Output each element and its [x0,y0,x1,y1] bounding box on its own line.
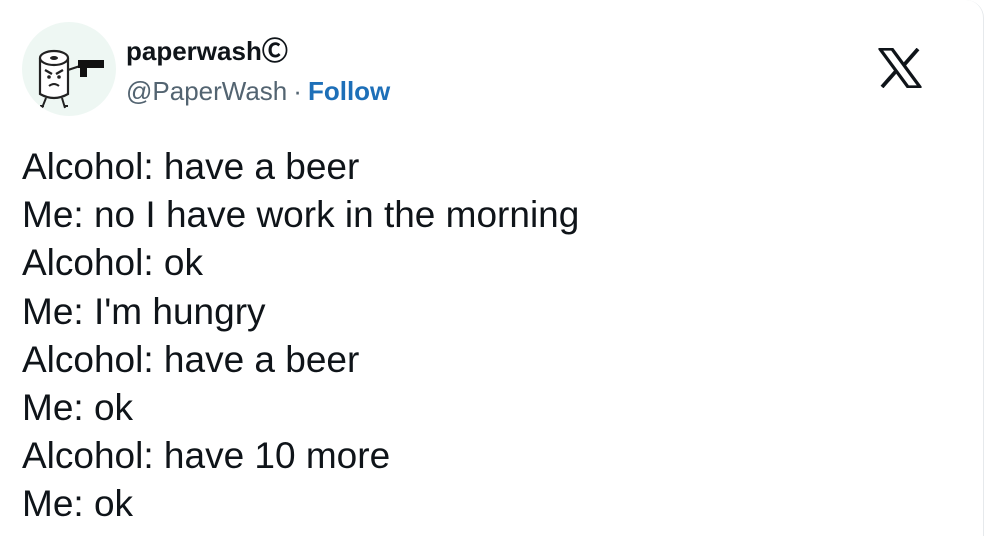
tweet-line: Alcohol: have a beer [22,338,360,380]
toilet-paper-with-gun-icon [38,49,104,109]
tweet-line: Me: ok [22,483,134,525]
tweet-line: Me: ok [22,387,134,429]
tweet-card: paperwashⒸ @PaperWash · Follow Alcohol: ha… [0,0,984,536]
tweet-line: Me: I'm hungry [22,290,266,332]
tweet-text: Alcohol: have a beer Me: no I have work … [22,143,942,529]
tweet-line: Me: no I have work in the morning [22,194,580,236]
author-meta: @PaperWash · Follow [126,74,390,108]
meta-separator: · [293,76,302,106]
author-identity: paperwashⒸ @PaperWash · Follow [126,34,390,108]
tweet-line: Alcohol: have 10 more [22,435,391,477]
avatar[interactable] [22,22,116,116]
handle[interactable]: @PaperWash [126,76,287,106]
follow-button[interactable]: Follow [308,76,390,106]
tweet-line: Alcohol: ok [22,242,203,284]
tweet-line: Alcohol: have a beer [22,146,360,187]
x-logo-icon[interactable] [878,47,922,89]
display-name[interactable]: paperwashⒸ [126,34,390,68]
tweet-header: paperwashⒸ @PaperWash · Follow [22,22,962,122]
